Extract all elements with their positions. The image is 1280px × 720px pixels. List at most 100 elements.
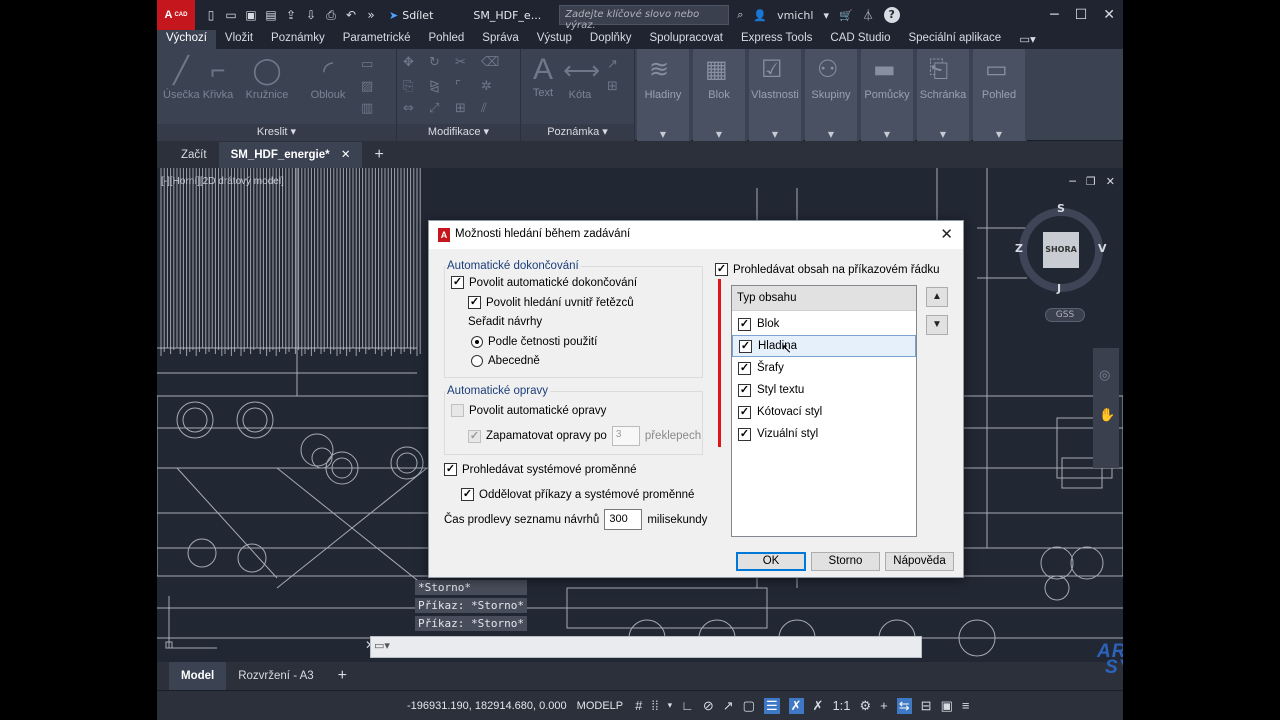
move-down-button[interactable]: ▼ [926, 315, 948, 335]
ribbon-tab[interactable]: Doplňky [581, 30, 641, 49]
dialog-titlebar[interactable]: A Možnosti hledání během zadávání ✕ [429, 221, 963, 249]
panel-title-draw[interactable]: Kreslit ▾ [157, 124, 396, 141]
ribbon-tab[interactable]: Výchozí [157, 30, 216, 49]
osnap-icon[interactable]: ▢ [743, 698, 755, 714]
rectangle-icon[interactable]: ▭ [361, 57, 373, 72]
trim-icon[interactable]: ✂ [455, 55, 466, 70]
tool-text[interactable]: A Text [525, 53, 561, 99]
chevron-down-icon[interactable]: ▼ [749, 130, 801, 139]
chevron-down-icon[interactable]: ▼ [973, 130, 1025, 139]
viewport-close-icon[interactable]: ✕ [1106, 175, 1115, 188]
viewcube[interactable]: SHORA S V J Z [1015, 202, 1107, 296]
separate-cmds-checkbox[interactable]: ✓ [461, 488, 474, 501]
viewport-restore-icon[interactable]: ❐ [1086, 175, 1096, 188]
compass-east[interactable]: V [1098, 242, 1107, 255]
chevron-down-icon[interactable]: ▼ [637, 130, 689, 139]
cart-icon[interactable]: 🛒 [839, 9, 853, 22]
allow-autocomplete-checkbox[interactable]: ✓ [451, 276, 464, 289]
list-item-checkbox[interactable]: ✓ [738, 427, 751, 441]
compass-south[interactable]: J [1057, 282, 1061, 295]
list-item-checkbox[interactable]: ✓ [738, 317, 751, 331]
tool-dimension[interactable]: ⟷ Kóta [563, 55, 600, 101]
open-folder-icon[interactable]: ▭ [223, 7, 239, 23]
remember-count-input[interactable]: 3 [611, 426, 640, 446]
ribbon-tab[interactable]: Vložit [216, 30, 262, 49]
list-item[interactable]: ✓ Vizuální styl [732, 423, 916, 445]
customization-menu-icon[interactable]: ≡ [962, 698, 970, 713]
list-item-checkbox[interactable]: ✓ [738, 405, 751, 419]
grid-icon[interactable]: # [635, 698, 642, 713]
close-icon[interactable]: ✕ [1103, 7, 1115, 23]
new-file-icon[interactable]: ▯ [203, 7, 219, 23]
tab-layout-a3[interactable]: Rozvržení - A3 [226, 662, 325, 690]
stretch-icon[interactable]: ⇔ [403, 101, 414, 116]
ribbon-group-6[interactable]: ▭ Pohled ▼ [973, 49, 1027, 141]
add-layout-button[interactable]: + [326, 662, 359, 690]
move-icon[interactable]: ✥ [403, 55, 414, 70]
tool-polyline[interactable]: ⌐ Křivka [201, 55, 235, 101]
new-tab-button[interactable]: + [362, 142, 395, 168]
chevron-down-icon[interactable]: ▼ [805, 130, 857, 139]
units-icon[interactable]: ⇆ [896, 697, 912, 714]
array-icon[interactable]: ⊞ [455, 101, 466, 116]
ribbon-options-icon[interactable]: ▭▾ [1010, 30, 1045, 49]
viewport-controls-label[interactable]: [-][Horní][2D drátový model] [161, 176, 284, 187]
tab-model[interactable]: Model [169, 662, 227, 690]
annotation-scale[interactable]: 1:1 [832, 698, 850, 713]
search-sysvars-checkbox[interactable]: ✓ [444, 463, 457, 476]
scale-icon[interactable]: ⤢ [429, 101, 439, 116]
chevron-down-icon[interactable]: ▼ [693, 130, 745, 139]
move-up-button[interactable]: ▲ [926, 287, 948, 307]
list-item[interactable]: ✓ Hladina [732, 335, 916, 357]
pan-icon[interactable]: ✋ [1099, 408, 1115, 423]
ok-button[interactable]: OK [736, 552, 806, 571]
steering-wheel-icon[interactable]: ◎ [1099, 368, 1110, 383]
ribbon-tab[interactable]: Pohled [419, 30, 473, 49]
chevron-down-icon[interactable]: ▾ [823, 9, 829, 22]
table-icon[interactable]: ⊞ [607, 79, 618, 94]
user-name[interactable]: vmichl [777, 9, 813, 22]
navigation-bar[interactable]: ◎ ✋ [1093, 348, 1119, 468]
connect-icon[interactable]: ⏃ [863, 7, 874, 23]
remember-row[interactable]: ✓ Zapamatovat opravy po 3 překlepech [468, 426, 701, 446]
help-icon[interactable]: ? [883, 7, 900, 23]
save-icon[interactable]: ▣ [243, 7, 259, 23]
fillet-icon[interactable]: ⌜ [455, 79, 461, 94]
search-sysvars-row[interactable]: ✓ Prohledávat systémové proměnné [444, 463, 637, 476]
list-item-checkbox[interactable]: ✓ [739, 339, 752, 353]
list-item-checkbox[interactable]: ✓ [738, 383, 751, 397]
list-item-checkbox[interactable]: ✓ [738, 361, 751, 375]
ribbon-tab[interactable]: Spolupracovat [640, 30, 732, 49]
ucs-menu[interactable]: GSS [1045, 308, 1085, 322]
isodraft-icon[interactable]: ↗ [723, 698, 734, 714]
ribbon-group-3[interactable]: ⚇ Skupiny ▼ [805, 49, 859, 141]
annotation-visibility-icon[interactable]: ✗ [788, 697, 804, 714]
close-icon[interactable]: ✕ [940, 225, 953, 243]
allow-autocorrect-checkbox[interactable] [451, 404, 464, 417]
copy-icon[interactable]: ⎘ [403, 79, 413, 94]
compass-north[interactable]: S [1057, 202, 1065, 215]
hatch-icon[interactable]: ▨ [361, 79, 373, 94]
sort-alpha-row[interactable]: Abecedně [471, 355, 540, 367]
viewport-minimize-icon[interactable]: ─ [1069, 175, 1076, 188]
separate-cmds-row[interactable]: ✓ Oddělovat příkazy a systémové proměnné [461, 488, 694, 501]
clean-screen-icon[interactable]: ▣ [941, 698, 953, 714]
chevron-down-icon[interactable]: ▾ [668, 700, 673, 711]
close-tab-icon[interactable]: ✕ [341, 149, 351, 161]
ribbon-group-0[interactable]: ≋ Hladiny ▼ [637, 49, 691, 141]
ribbon-group-5[interactable]: ⎗ Schránka ▼ [917, 49, 971, 141]
search-icon[interactable]: ⌕ [737, 8, 743, 22]
rotate-icon[interactable]: ↻ [429, 55, 440, 70]
search-content-row[interactable]: ✓ Prohledávat obsah na příkazovém řádku [715, 263, 939, 276]
ribbon-tab[interactable]: Parametrické [334, 30, 420, 49]
leader-icon[interactable]: ↗ [607, 57, 618, 72]
panel-title-modify[interactable]: Modifikace ▾ [397, 124, 520, 141]
snap-icon[interactable]: ⁞⁞ [651, 698, 658, 713]
allow-autocorrect-row[interactable]: Povolit automatické opravy [451, 404, 606, 417]
list-item[interactable]: ✓ Kótovací styl [732, 401, 916, 423]
ribbon-tab[interactable]: Speciální aplikace [899, 30, 1010, 49]
ribbon-group-4[interactable]: ▬ Pomůcky ▼ [861, 49, 915, 141]
midstring-checkbox[interactable]: ✓ [468, 296, 481, 309]
ortho-icon[interactable]: ∟ [681, 698, 694, 713]
app-logo[interactable]: A CAD [157, 0, 195, 30]
